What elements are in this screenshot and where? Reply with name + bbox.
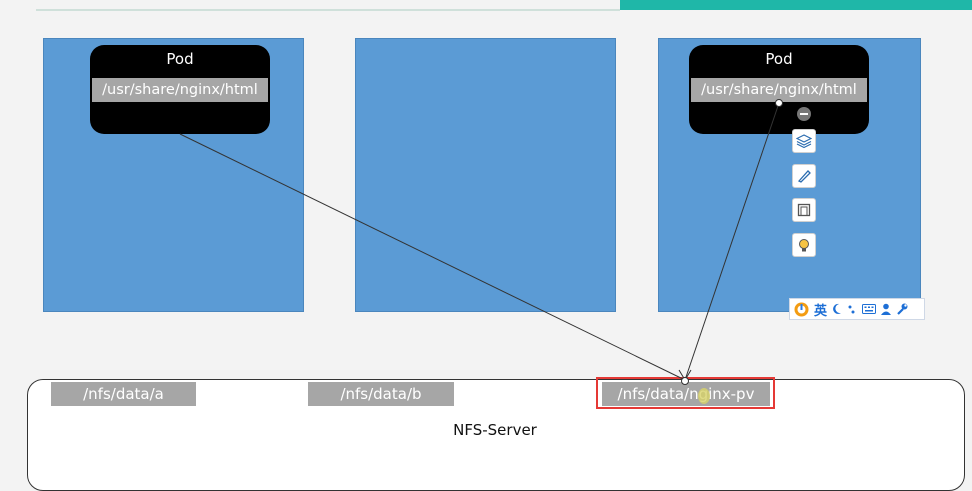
- connectors: [179, 99, 783, 404]
- punctuation-icon[interactable]: [847, 303, 857, 315]
- keyboard-icon[interactable]: [862, 304, 877, 314]
- cursor-highlight: [698, 388, 710, 404]
- wrench-icon[interactable]: [896, 303, 908, 315]
- connector-pod2-to-share: [684, 102, 780, 381]
- ime-language-label[interactable]: 英: [814, 300, 827, 319]
- connection-point[interactable]: [681, 377, 689, 385]
- lightbulb-icon[interactable]: [792, 233, 816, 257]
- minus-circle-icon[interactable]: [792, 102, 816, 126]
- connection-point[interactable]: [775, 99, 783, 107]
- user-icon[interactable]: [881, 303, 892, 315]
- ime-logo-icon[interactable]: [794, 302, 809, 317]
- moon-icon[interactable]: [832, 303, 842, 315]
- layers-icon[interactable]: [792, 129, 816, 153]
- ime-toolbar[interactable]: 英: [789, 298, 925, 320]
- frame-icon[interactable]: [792, 198, 816, 222]
- connector-pod1-to-share: [179, 133, 686, 381]
- pen-icon[interactable]: [792, 164, 816, 188]
